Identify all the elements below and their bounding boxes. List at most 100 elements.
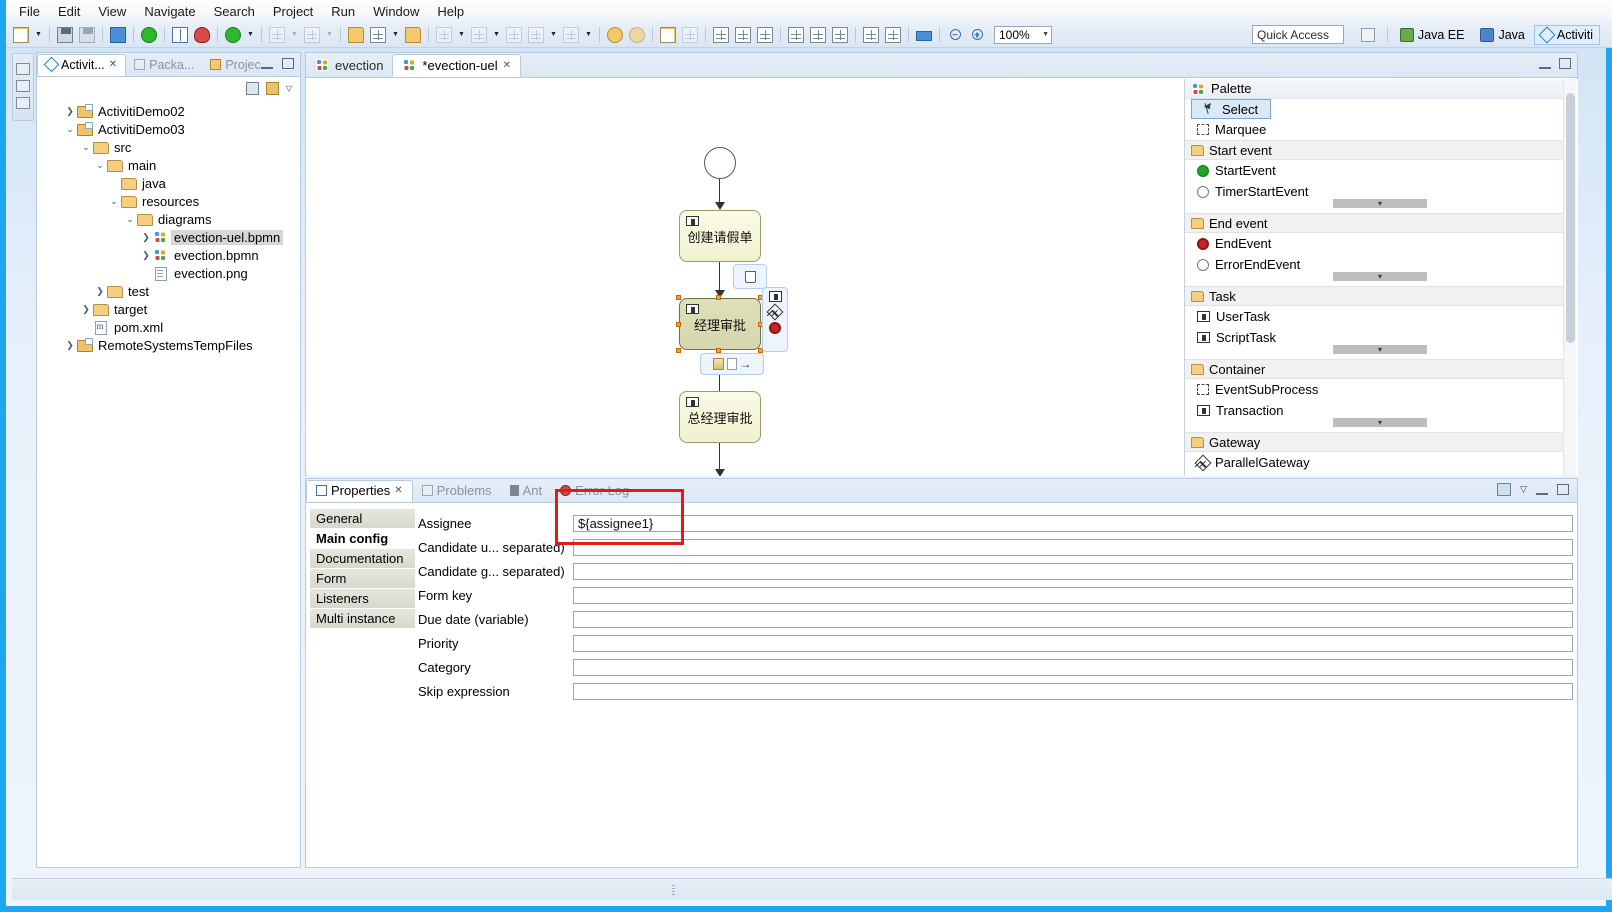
palette-vertical-scrollbar[interactable]	[1563, 79, 1576, 476]
property-tab-multi-instance[interactable]: Multi instance	[310, 609, 415, 629]
bpmn-task-gm-approval[interactable]: 总经理审批	[679, 391, 761, 443]
explorer-minimize-icon[interactable]	[261, 58, 273, 69]
delete-icon[interactable]	[680, 25, 700, 45]
candidate-groups-input[interactable]	[573, 562, 1573, 580]
property-tab-documentation[interactable]: Documentation	[310, 549, 415, 569]
prev-dropdown-icon[interactable]: ▼	[491, 25, 502, 45]
pin-properties-icon[interactable]	[1497, 483, 1512, 496]
palette-item-select[interactable]: Select	[1191, 99, 1271, 119]
delete-icon[interactable]	[744, 270, 756, 283]
tree-item-evection-uel-bpmn[interactable]: ❯ evection-uel.bpmn	[41, 228, 300, 246]
tab-activiti-explorer[interactable]: Activit... ✕	[37, 54, 127, 76]
assignee-input[interactable]: ${assignee1}	[573, 514, 1573, 532]
match-width-icon[interactable]	[861, 25, 881, 45]
palette-show-more-task[interactable]	[1185, 345, 1576, 359]
palette-item-endevent[interactable]: EndEvent	[1185, 233, 1576, 254]
tree-item-activitidemo03[interactable]: ⌄ ActivitiDemo03	[41, 120, 300, 138]
forward-navigation-icon[interactable]	[526, 25, 546, 45]
explorer-maximize-icon[interactable]	[282, 58, 294, 69]
view-menu-icon[interactable]: ▽	[1520, 484, 1527, 495]
properties-maximize-icon[interactable]	[1557, 484, 1569, 495]
menu-item-file[interactable]: File	[10, 2, 49, 21]
undo-icon[interactable]	[605, 25, 625, 45]
tab-problems[interactable]: Problems	[413, 480, 501, 502]
zoom-out-icon[interactable]	[945, 25, 965, 45]
scrollbar-thumb[interactable]	[1566, 93, 1575, 343]
activiti-diagrams-fastview-icon[interactable]	[16, 63, 30, 75]
palette-show-more-container[interactable]	[1185, 418, 1576, 432]
palette-item-startevent[interactable]: StartEvent	[1185, 160, 1576, 181]
editor-minimize-icon[interactable]	[1539, 58, 1551, 69]
search-dropdown-icon[interactable]: ▼	[390, 25, 401, 45]
menu-item-run[interactable]: Run	[322, 2, 364, 21]
save-icon[interactable]	[55, 25, 75, 45]
chevron-right-icon[interactable]: ❯	[139, 232, 153, 243]
quick-access-input[interactable]: Quick Access	[1252, 25, 1344, 44]
forward-icon[interactable]	[561, 25, 581, 45]
build-icon[interactable]	[267, 25, 287, 45]
chevron-down-icon[interactable]: ⌄	[123, 214, 137, 225]
zoom-in-icon[interactable]	[967, 25, 987, 45]
menu-item-view[interactable]: View	[89, 2, 135, 21]
end-event-icon[interactable]	[769, 322, 781, 334]
match-height-icon[interactable]	[883, 25, 903, 45]
align-center-icon[interactable]	[733, 25, 753, 45]
context-edit-panel[interactable]: →	[700, 353, 764, 375]
chevron-down-icon[interactable]: ⌄	[107, 196, 121, 207]
run-as-icon[interactable]	[223, 25, 243, 45]
skip-breakpoints-icon[interactable]	[302, 25, 322, 45]
palette-item-parallelgateway[interactable]: ParallelGateway	[1185, 452, 1576, 473]
outline-fastview-icon[interactable]	[16, 80, 30, 92]
search-icon[interactable]	[368, 25, 388, 45]
menu-item-edit[interactable]: Edit	[49, 2, 89, 21]
skip-expression-input[interactable]	[573, 682, 1573, 700]
redo-icon[interactable]	[627, 25, 647, 45]
user-task-icon[interactable]	[768, 291, 782, 302]
context-create-panel[interactable]	[762, 287, 788, 352]
print-icon[interactable]	[108, 25, 128, 45]
tree-item-remotesystemstempfiles[interactable]: ❯ RemoteSystemsTempFiles	[41, 336, 300, 354]
context-delete-panel[interactable]	[733, 264, 767, 289]
view-menu-icon[interactable]: ▽	[286, 84, 292, 93]
new-wizard-icon[interactable]	[11, 25, 31, 45]
property-tab-general[interactable]: General	[310, 509, 415, 529]
bpmn-start-event[interactable]	[704, 147, 736, 179]
link-with-editor-icon[interactable]	[265, 81, 279, 95]
open-type-icon[interactable]	[170, 25, 190, 45]
align-top-icon[interactable]	[786, 25, 806, 45]
palette-group-start-event[interactable]: Start event ▫	[1185, 140, 1576, 160]
palette-show-more-end-event[interactable]	[1185, 272, 1576, 286]
back-navigation-icon[interactable]	[504, 25, 524, 45]
gateway-icon[interactable]	[766, 303, 784, 321]
edit-label-icon[interactable]	[712, 358, 724, 370]
zoom-level-combo[interactable]: 100% ▼	[994, 25, 1052, 44]
palette-group-container[interactable]: Container ▫	[1185, 359, 1576, 379]
chevron-down-icon[interactable]: ⌄	[63, 124, 77, 135]
tree-item-activitidemo02[interactable]: ❯ ActivitiDemo02	[41, 102, 300, 120]
debug-icon[interactable]	[192, 25, 212, 45]
build-dropdown-icon[interactable]: ▼	[289, 25, 300, 45]
chevron-right-icon[interactable]: ❯	[93, 286, 107, 297]
palette-show-more-start-event[interactable]	[1185, 199, 1576, 213]
chevron-right-icon[interactable]: ❯	[139, 250, 153, 261]
new-dropdown-icon[interactable]: ▼	[33, 25, 44, 45]
align-bottom-icon[interactable]	[830, 25, 850, 45]
tab-properties[interactable]: Properties ✕	[306, 480, 413, 502]
menu-item-search[interactable]: Search	[205, 2, 264, 21]
tree-item-pom-xml[interactable]: pom.xml	[41, 318, 300, 336]
form-key-input[interactable]	[573, 586, 1573, 604]
close-icon[interactable]: ✕	[394, 485, 402, 496]
open-resource-icon[interactable]	[346, 25, 366, 45]
align-right-icon[interactable]	[755, 25, 775, 45]
chevron-down-icon[interactable]: ⌄	[93, 160, 107, 171]
property-tab-listeners[interactable]: Listeners	[310, 589, 415, 609]
tab-evection-uel[interactable]: *evection-uel ✕	[392, 54, 521, 77]
category-input[interactable]	[573, 658, 1573, 676]
tree-item-src[interactable]: ⌄ src	[41, 138, 300, 156]
tree-item-evection-bpmn[interactable]: ❯ evection.bpmn	[41, 246, 300, 264]
resize-handle-sw[interactable]	[676, 348, 681, 353]
resize-handle-n[interactable]	[716, 295, 721, 300]
chevron-down-icon[interactable]: ⌄	[79, 142, 93, 153]
editor-maximize-icon[interactable]	[1559, 58, 1571, 69]
export-image-icon[interactable]	[914, 25, 934, 45]
